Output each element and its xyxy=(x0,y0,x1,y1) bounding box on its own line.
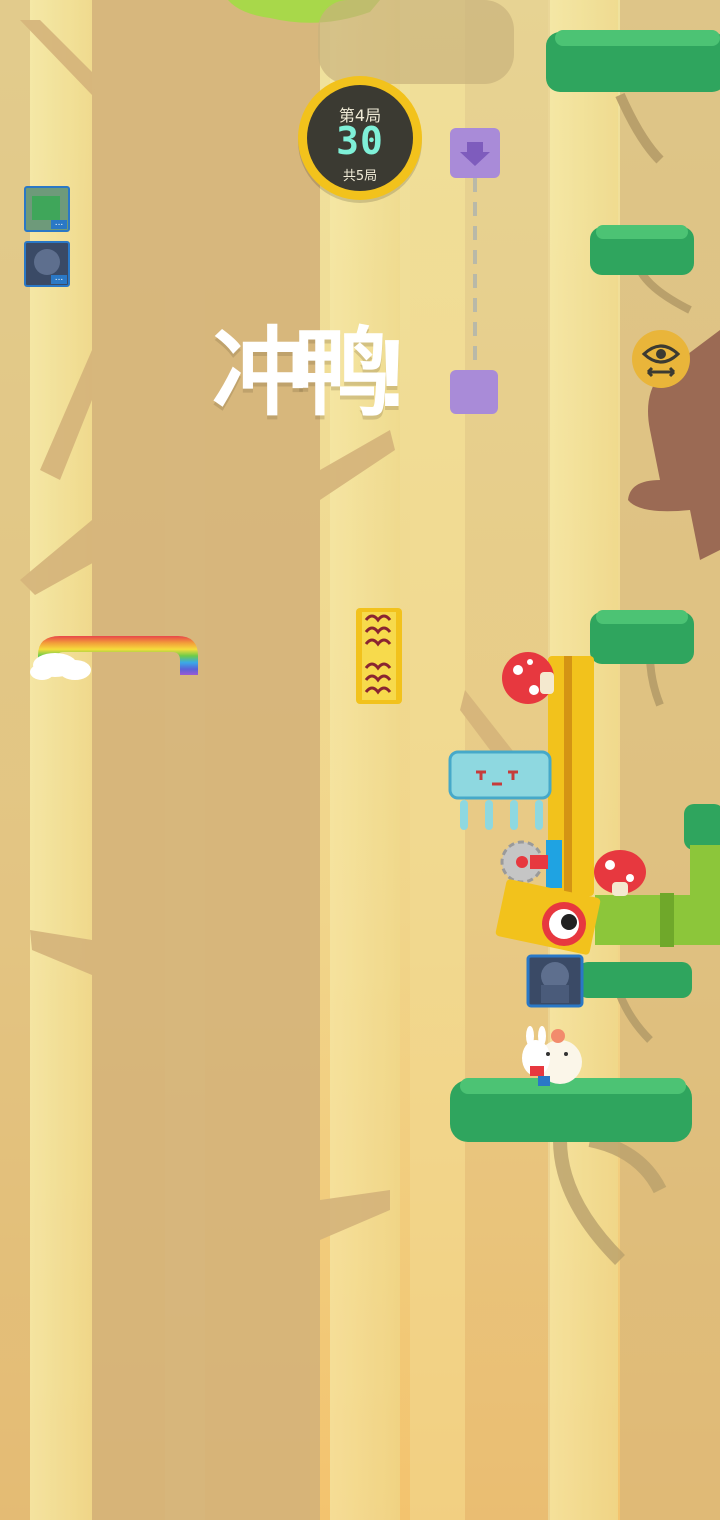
player-avatar-2[interactable]: ... xyxy=(24,241,70,287)
player-avatar-1[interactable]: ... xyxy=(24,186,70,232)
more-dots-icon: ... xyxy=(51,274,67,284)
round-timer-badge: 第4局 30 共5局 xyxy=(298,76,422,200)
total-rounds-label: 共5局 xyxy=(342,169,378,184)
view-toggle-button[interactable] xyxy=(632,330,690,388)
eye-arrows-icon xyxy=(641,344,681,378)
round-timer-inner: 第4局 30 共5局 xyxy=(307,85,413,191)
mushroom-top xyxy=(502,652,554,704)
player-marker xyxy=(526,954,584,1008)
top-trunk-dark xyxy=(318,0,514,84)
platform-right-4 xyxy=(684,804,720,850)
spring-block xyxy=(356,608,402,704)
go-banner: 冲鸭! xyxy=(212,320,408,427)
game-scene xyxy=(0,0,720,1520)
avatar-image xyxy=(34,249,60,275)
more-dots-icon: ... xyxy=(51,219,67,229)
countdown-timer: 30 xyxy=(336,119,384,163)
avatar-image xyxy=(32,196,60,220)
